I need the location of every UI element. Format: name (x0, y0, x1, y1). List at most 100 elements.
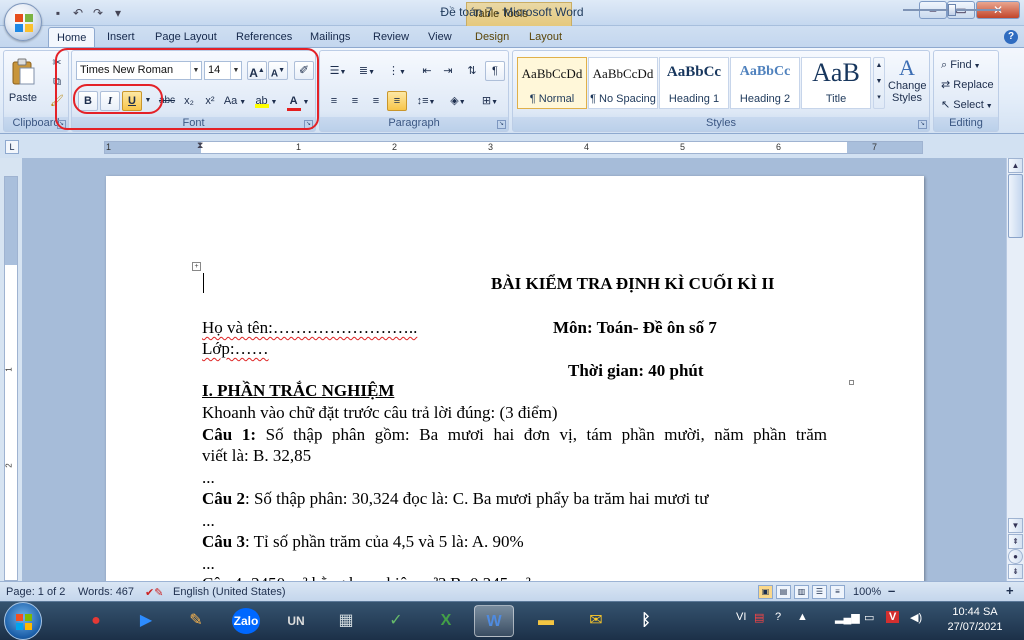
network-signal-icon[interactable]: ▂▄▆ (835, 611, 860, 624)
table-move-handle-icon[interactable]: + (192, 262, 201, 271)
italic-button[interactable]: I (100, 91, 120, 111)
print-layout-icon[interactable]: ▣ (758, 585, 773, 599)
tab-review[interactable]: Review (365, 27, 417, 48)
tab-home[interactable]: Home (48, 27, 96, 48)
zoom-out-button[interactable]: – (888, 583, 895, 598)
proofing-icon[interactable]: ✔✎ (145, 586, 163, 599)
bold-button[interactable]: B (78, 91, 98, 111)
next-page-icon[interactable]: ⇟ (1008, 564, 1023, 579)
select-button[interactable]: ↖ Select ▼ (938, 95, 996, 115)
mail-icon[interactable]: ✉ (576, 605, 616, 637)
help-icon[interactable]: ? (1004, 30, 1018, 44)
borders-icon[interactable]: ⊞▼ (476, 91, 504, 111)
tray-app-icon[interactable]: ▤ (754, 611, 764, 624)
green-app-icon[interactable]: ✓ (376, 605, 416, 637)
clipboard-launcher-icon[interactable]: ↘ (57, 120, 66, 129)
language-indicator[interactable]: VI (736, 611, 746, 623)
font-launcher-icon[interactable]: ↘ (304, 120, 313, 129)
change-case-button[interactable]: Aa ▼ (222, 91, 248, 111)
scroll-thumb[interactable] (1008, 174, 1023, 238)
zoom-level[interactable]: 100% (853, 586, 881, 598)
grow-font-button[interactable]: A▲ (247, 61, 267, 80)
zoom-in-button[interactable]: + (1006, 583, 1014, 598)
language-status[interactable]: English (United States) (173, 586, 286, 598)
tab-mailings[interactable]: Mailings (302, 27, 358, 48)
zoom-app-icon[interactable]: ▶ (126, 605, 166, 637)
chrome-icon[interactable]: ● (76, 605, 116, 637)
tab-insert[interactable]: Insert (99, 27, 143, 48)
full-screen-reading-icon[interactable]: ▤ (776, 585, 791, 599)
vietkey-icon[interactable]: V (886, 611, 900, 623)
tab-page-layout[interactable]: Page Layout (147, 27, 225, 48)
chevron-down-icon[interactable]: ▼ (143, 91, 153, 111)
sort-icon[interactable]: ⇅ (462, 61, 482, 81)
volume-icon[interactable]: ◀) (910, 611, 922, 624)
unikey-icon[interactable]: UN (276, 605, 316, 637)
style-title[interactable]: AaB Title (801, 57, 871, 109)
bluetooth-icon[interactable]: ᛒ (626, 605, 666, 637)
scroll-up-icon[interactable]: ▲ (1008, 158, 1023, 173)
start-button[interactable] (4, 602, 42, 640)
show-marks-icon[interactable]: ¶ (485, 61, 505, 81)
prev-page-icon[interactable]: ⇞ (1008, 534, 1023, 549)
shading-icon[interactable]: ◈▼ (444, 91, 472, 111)
highlight-button[interactable]: ab ▼ (252, 91, 280, 111)
browse-object-icon[interactable]: ● (1008, 549, 1023, 564)
document-page[interactable]: + BÀI KIỂM TRA ĐỊNH KÌ CUỐI KÌ II Họ và … (106, 176, 924, 596)
align-left-icon[interactable]: ≡ (324, 91, 344, 111)
align-center-icon[interactable]: ≡ (345, 91, 365, 111)
chevron-down-icon[interactable]: ▼ (190, 62, 201, 79)
show-hidden-icons[interactable]: ▲ (797, 611, 808, 623)
horizontal-ruler[interactable]: 1 1 2 3 4 5 6 7 ⧗ (104, 140, 923, 154)
web-layout-icon[interactable]: ▥ (794, 585, 809, 599)
zalo-icon[interactable]: Zalo (226, 605, 266, 637)
style-normal[interactable]: AaBbCcDd ¶ Normal (517, 57, 587, 109)
help-tray-icon[interactable]: ? (775, 611, 781, 623)
word-count[interactable]: Words: 467 (78, 586, 134, 598)
line-spacing-icon[interactable]: ↕≡▼ (412, 91, 440, 111)
clear-formatting-icon[interactable]: ✐ (294, 61, 314, 80)
subscript-button[interactable]: x₂ (179, 91, 199, 111)
table-resize-handle-icon[interactable] (849, 380, 854, 385)
superscript-button[interactable]: x² (200, 91, 220, 111)
strikethrough-button[interactable]: abc (156, 91, 178, 111)
paste-button[interactable]: Paste (6, 53, 40, 105)
scroll-down-icon[interactable]: ▼ (1008, 518, 1023, 533)
replace-button[interactable]: ⇄ Replace (938, 75, 996, 95)
align-right-icon[interactable]: ≡ (366, 91, 386, 111)
folder-icon[interactable]: ▬ (526, 605, 566, 637)
indent-marker-icon[interactable]: ⧗ (197, 140, 203, 151)
copy-icon[interactable]: ⧉ (48, 74, 66, 90)
numbering-icon[interactable]: ≣▼ (353, 61, 381, 81)
styles-scroll[interactable]: ▲ ▼ ▾ (873, 57, 885, 109)
style-no-spacing[interactable]: AaBbCcDd ¶ No Spacing (588, 57, 658, 109)
zoom-slider-thumb[interactable] (948, 4, 956, 16)
excel-icon[interactable]: X (426, 605, 466, 637)
vertical-scrollbar[interactable]: ▲ ▼ ⇞ ● ⇟ (1006, 158, 1024, 581)
shrink-font-button[interactable]: A▼ (268, 61, 288, 80)
outline-icon[interactable]: ☰ (812, 585, 827, 599)
cut-icon[interactable]: ✂ (48, 55, 66, 71)
font-name-combo[interactable]: Times New Roman ▼ (76, 61, 202, 80)
decrease-indent-icon[interactable]: ⇤ (417, 61, 437, 81)
underline-button[interactable]: U (122, 91, 142, 111)
word-icon[interactable]: W (474, 605, 514, 637)
font-size-combo[interactable]: 14 ▼ (204, 61, 242, 80)
tab-selector-icon[interactable]: L (5, 140, 19, 154)
tab-layout[interactable]: Layout (521, 27, 570, 48)
tab-design[interactable]: Design (467, 27, 517, 48)
clock[interactable]: 10:44 SA 27/07/2021 (936, 605, 1014, 635)
page-count[interactable]: Page: 1 of 2 (6, 586, 65, 598)
style-heading-2[interactable]: AaBbCc Heading 2 (730, 57, 800, 109)
format-painter-icon[interactable]: 🖌 (48, 93, 66, 109)
justify-icon[interactable]: ≡ (387, 91, 407, 111)
styles-launcher-icon[interactable]: ↘ (918, 120, 927, 129)
battery-icon[interactable]: ▭ (864, 611, 874, 624)
multilevel-list-icon[interactable]: ⋮▼ (383, 61, 411, 81)
chevron-down-icon[interactable]: ▼ (230, 62, 241, 79)
draft-icon[interactable]: ≡ (830, 585, 845, 599)
office-button[interactable] (4, 3, 42, 41)
increase-indent-icon[interactable]: ⇥ (438, 61, 458, 81)
change-styles-button[interactable]: A Change Styles (887, 55, 927, 111)
paint-icon[interactable]: ✎ (176, 605, 216, 637)
